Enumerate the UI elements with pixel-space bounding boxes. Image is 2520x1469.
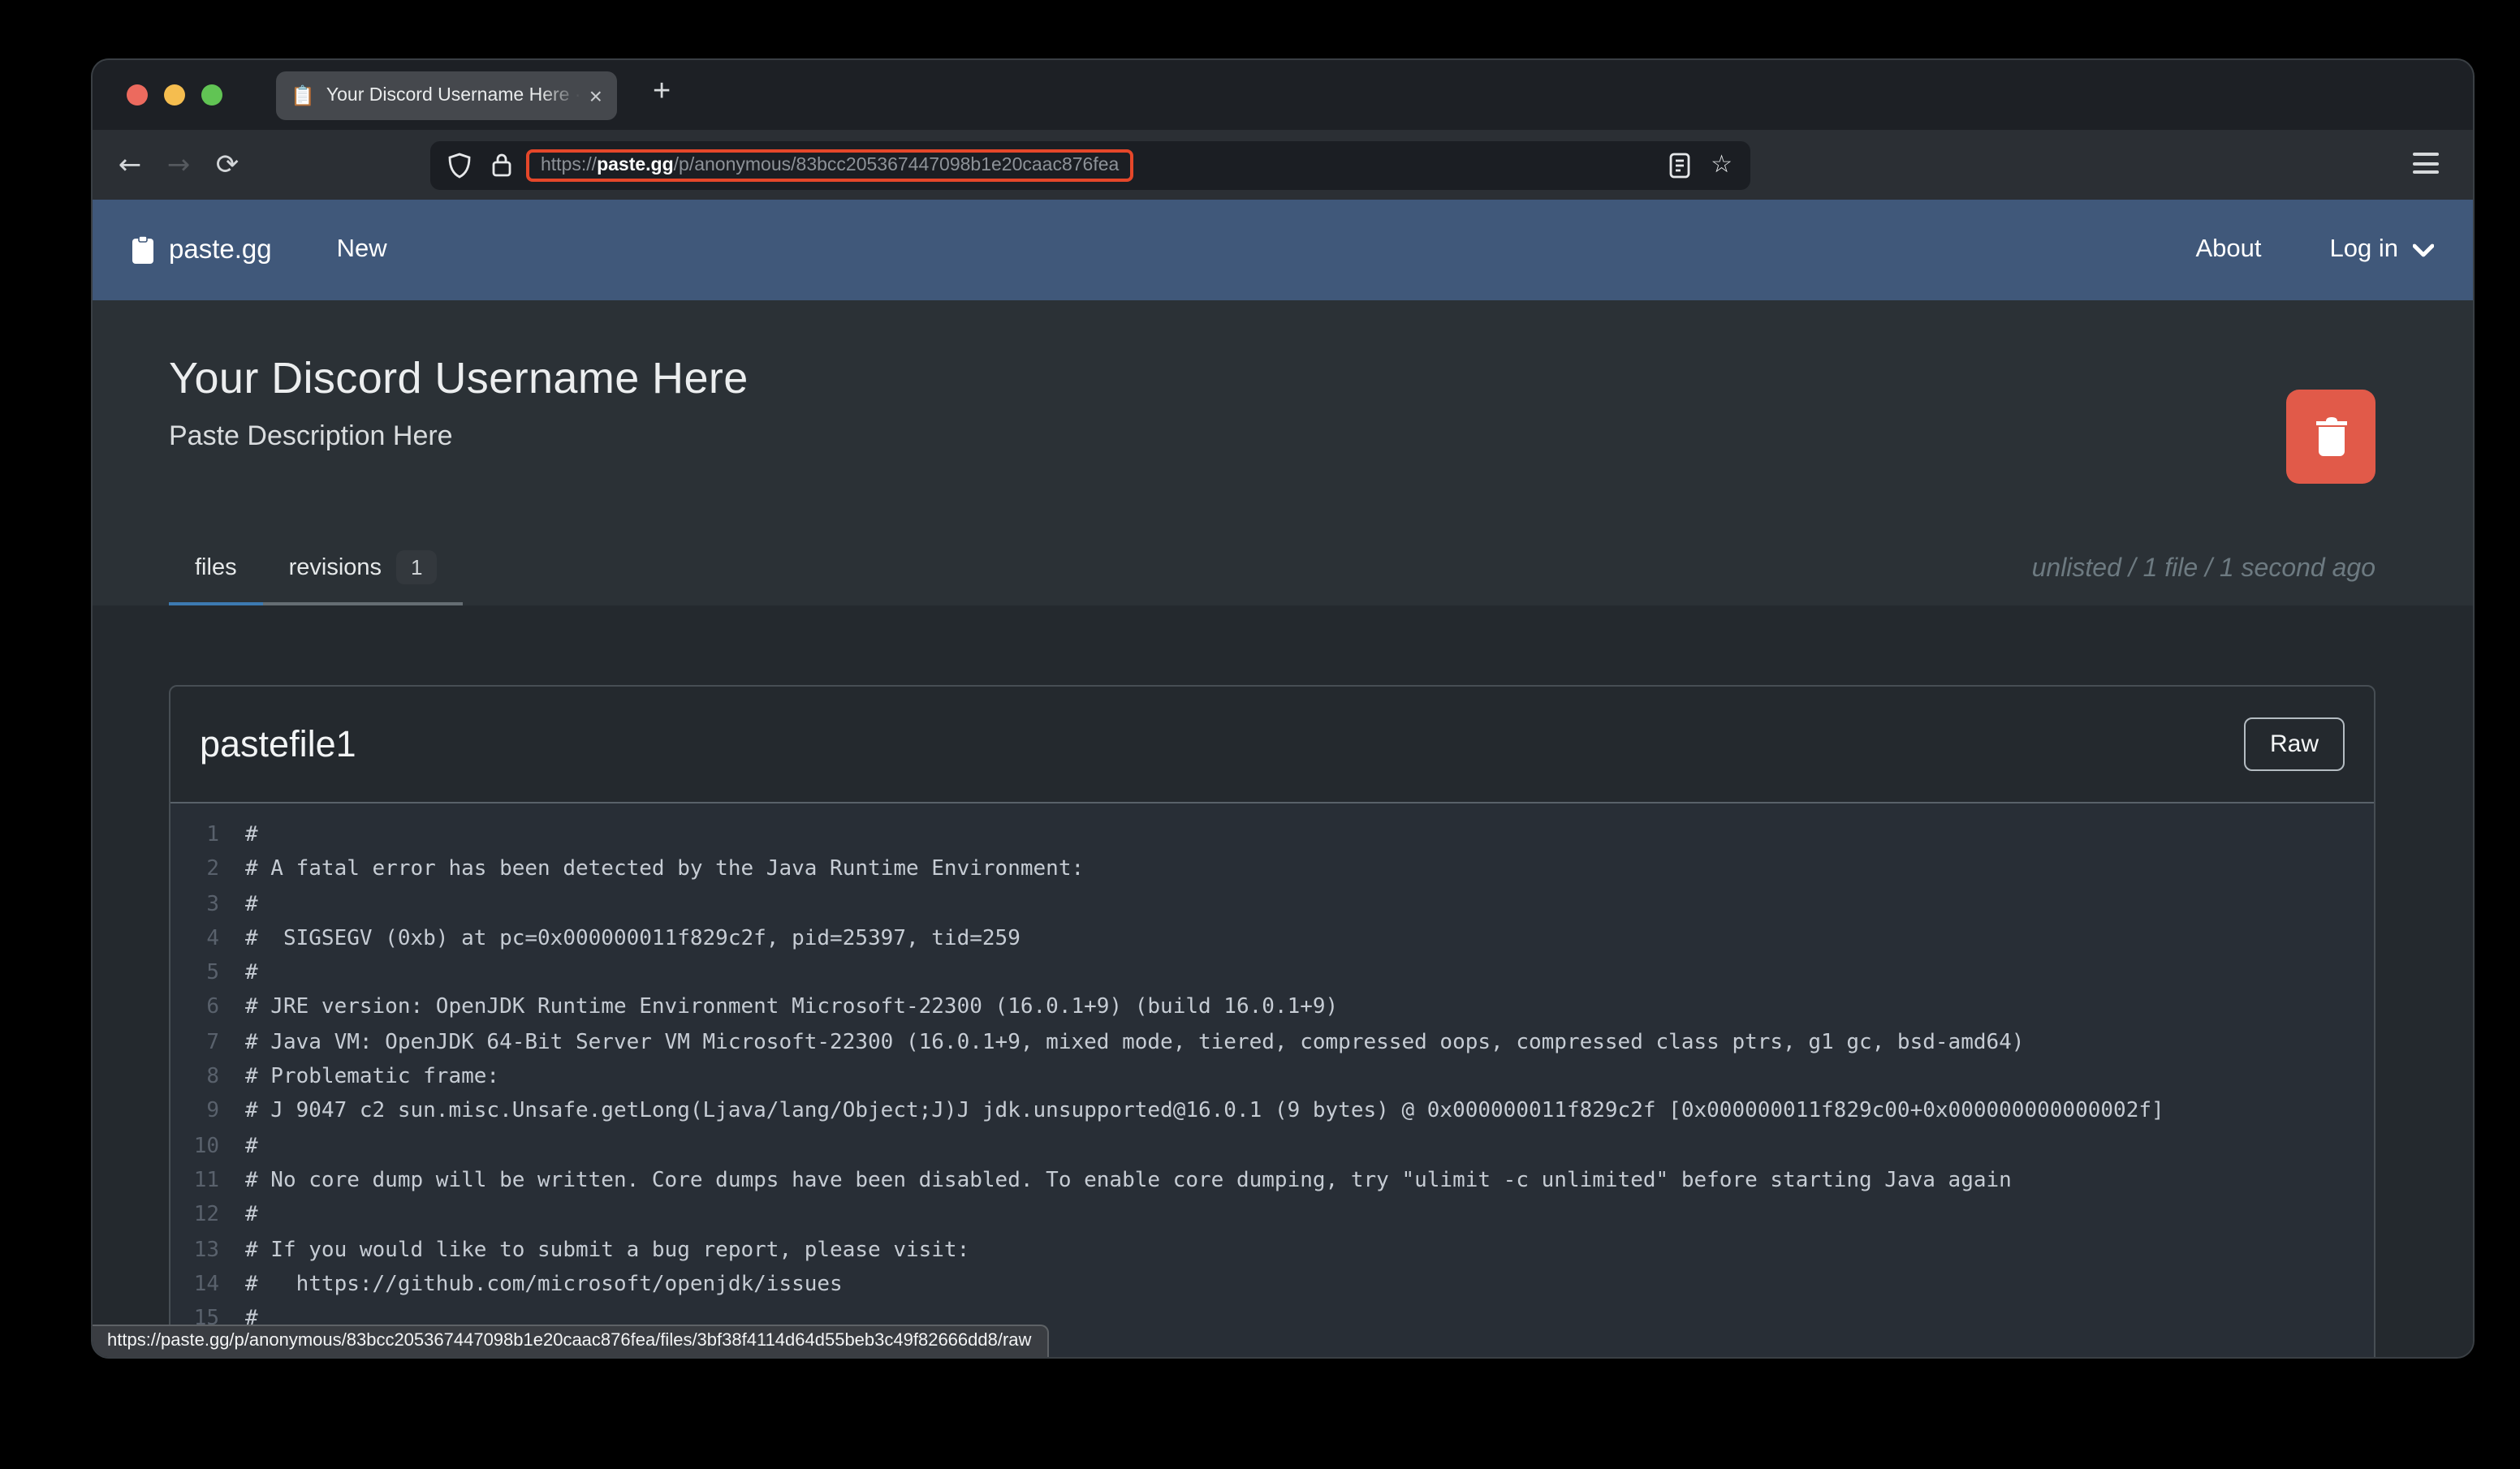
- brand-label: paste.gg: [169, 235, 272, 265]
- url-bar-actions: ☆: [1668, 152, 1732, 178]
- line-number: 12: [170, 1199, 219, 1234]
- paste-title: Your Discord Username Here: [169, 300, 2375, 404]
- paste-tabs: files revisions 1: [169, 550, 464, 605]
- code-line: 4 # SIGSEGV (0xb) at pc=0x000000011f829c…: [170, 922, 2374, 957]
- file-card: pastefile1 Raw 1 # 2 # A fatal error has…: [169, 685, 2375, 1357]
- bookmark-star-icon[interactable]: ☆: [1711, 153, 1732, 177]
- url-protocol: https://: [541, 155, 597, 174]
- line-text: # Problematic frame:: [245, 1060, 499, 1095]
- line-text: #: [245, 1129, 258, 1164]
- browser-window: 📋 Your Discord Username Here · pas × + ←…: [93, 60, 2473, 1357]
- paste-meta: unlisted / 1 file / 1 second ago: [2032, 555, 2375, 584]
- line-text: #: [245, 1199, 258, 1234]
- reader-mode-icon[interactable]: [1668, 152, 1689, 178]
- window-controls: [127, 84, 222, 106]
- line-number: 7: [170, 1026, 219, 1061]
- shield-icon[interactable]: [448, 152, 471, 178]
- code-line: 13 # If you would like to submit a bug r…: [170, 1233, 2374, 1268]
- brand-link[interactable]: paste.gg: [132, 235, 272, 265]
- tab-files-label: files: [195, 554, 237, 580]
- file-card-header: pastefile1 Raw: [170, 687, 2374, 803]
- screen: 📋 Your Discord Username Here · pas × + ←…: [0, 0, 2520, 1469]
- code-line: 5 #: [170, 956, 2374, 991]
- line-text: # If you would like to submit a bug repo…: [245, 1233, 969, 1268]
- line-number: 9: [170, 1095, 219, 1130]
- nav-about-link[interactable]: About: [2196, 235, 2262, 265]
- forward-button[interactable]: →: [154, 140, 203, 189]
- paste-files-section: pastefile1 Raw 1 # 2 # A fatal error has…: [93, 605, 2473, 1357]
- clipboard-brand-icon: [132, 235, 154, 265]
- line-number: 14: [170, 1268, 219, 1303]
- paste-description: Paste Description Here: [169, 420, 2375, 453]
- line-number: 2: [170, 853, 219, 888]
- url-text-highlighted[interactable]: https://paste.gg/p/anonymous/83bcc205367…: [526, 149, 1133, 181]
- close-tab-icon[interactable]: ×: [589, 84, 602, 107]
- tab-files[interactable]: files: [169, 550, 263, 602]
- login-label: Log in: [2330, 235, 2398, 265]
- clipboard-favicon-icon: 📋: [291, 86, 315, 106]
- link-status-bar: https://paste.gg/p/anonymous/83bcc205367…: [93, 1325, 1049, 1357]
- file-name: pastefile1: [200, 723, 356, 765]
- line-number: 6: [170, 991, 219, 1026]
- line-text: # JRE version: OpenJDK Runtime Environme…: [245, 991, 1338, 1026]
- line-text: # https://github.com/microsoft/openjdk/i…: [245, 1268, 843, 1303]
- site-header: paste.gg New About Log in: [93, 200, 2473, 300]
- raw-button[interactable]: Raw: [2244, 717, 2345, 771]
- line-number: 3: [170, 887, 219, 922]
- code-block[interactable]: 1 # 2 # A fatal error has been detected …: [170, 803, 2374, 1357]
- line-number: 8: [170, 1060, 219, 1095]
- close-window-button[interactable]: [127, 84, 148, 106]
- line-number: 11: [170, 1164, 219, 1199]
- site-header-right: About Log in: [2196, 235, 2435, 265]
- trash-icon: [2313, 416, 2349, 458]
- back-button[interactable]: ←: [106, 140, 154, 189]
- zoom-window-button[interactable]: [201, 84, 222, 106]
- paste-header-section: Your Discord Username Here Paste Descrip…: [93, 300, 2473, 605]
- lock-icon[interactable]: [492, 153, 511, 177]
- code-line: 7 # Java VM: OpenJDK 64-Bit Server VM Mi…: [170, 1026, 2374, 1061]
- url-bar[interactable]: https://paste.gg/p/anonymous/83bcc205367…: [430, 140, 1750, 189]
- code-line: 6 # JRE version: OpenJDK Runtime Environ…: [170, 991, 2374, 1026]
- line-text: #: [245, 956, 258, 991]
- line-text: # No core dump will be written. Core dum…: [245, 1164, 2012, 1199]
- tab-revisions-label: revisions: [289, 554, 382, 580]
- nav-new-link[interactable]: New: [337, 235, 387, 265]
- code-line: 10 #: [170, 1129, 2374, 1164]
- tab-revisions[interactable]: revisions 1: [263, 550, 464, 602]
- tab-title: Your Discord Username Here · pas: [326, 86, 586, 106]
- reload-button[interactable]: ⟳: [203, 140, 252, 189]
- browser-tab[interactable]: 📋 Your Discord Username Here · pas ×: [276, 71, 617, 120]
- code-line: 2 # A fatal error has been detected by t…: [170, 853, 2374, 888]
- hamburger-menu-icon[interactable]: [2413, 153, 2439, 174]
- line-number: 13: [170, 1233, 219, 1268]
- line-number: 4: [170, 922, 219, 957]
- browser-navbar: ← → ⟳ https://paste.gg/p/anonymous/83bcc…: [93, 130, 2473, 200]
- line-text: # J 9047 c2 sun.misc.Unsafe.getLong(Ljav…: [245, 1095, 2164, 1130]
- line-text: #: [245, 887, 258, 922]
- code-line: 9 # J 9047 c2 sun.misc.Unsafe.getLong(Lj…: [170, 1095, 2374, 1130]
- delete-paste-button[interactable]: [2286, 390, 2375, 484]
- line-number: 1: [170, 818, 219, 853]
- code-line: 3 #: [170, 887, 2374, 922]
- line-number: 5: [170, 956, 219, 991]
- line-text: #: [245, 818, 258, 853]
- url-host: paste.gg: [597, 155, 674, 174]
- chevron-down-icon: [2413, 243, 2434, 257]
- minimize-window-button[interactable]: [164, 84, 185, 106]
- code-line: 8 # Problematic frame:: [170, 1060, 2374, 1095]
- code-line: 14 # https://github.com/microsoft/openjd…: [170, 1268, 2374, 1303]
- line-text: # A fatal error has been detected by the…: [245, 853, 1084, 888]
- code-line: 1 #: [170, 818, 2374, 853]
- login-dropdown[interactable]: Log in: [2330, 235, 2434, 265]
- code-line: 11 # No core dump will be written. Core …: [170, 1164, 2374, 1199]
- new-tab-button[interactable]: +: [653, 75, 671, 110]
- line-text: # SIGSEGV (0xb) at pc=0x000000011f829c2f…: [245, 922, 1021, 957]
- url-path: /p/anonymous/83bcc205367447098b1e20caac8…: [674, 155, 1120, 174]
- line-text: # Java VM: OpenJDK 64-Bit Server VM Micr…: [245, 1026, 2024, 1061]
- browser-titlebar: 📋 Your Discord Username Here · pas × +: [93, 60, 2473, 130]
- line-number: 10: [170, 1129, 219, 1164]
- revisions-count-badge: 1: [396, 550, 437, 584]
- code-line: 12 #: [170, 1199, 2374, 1234]
